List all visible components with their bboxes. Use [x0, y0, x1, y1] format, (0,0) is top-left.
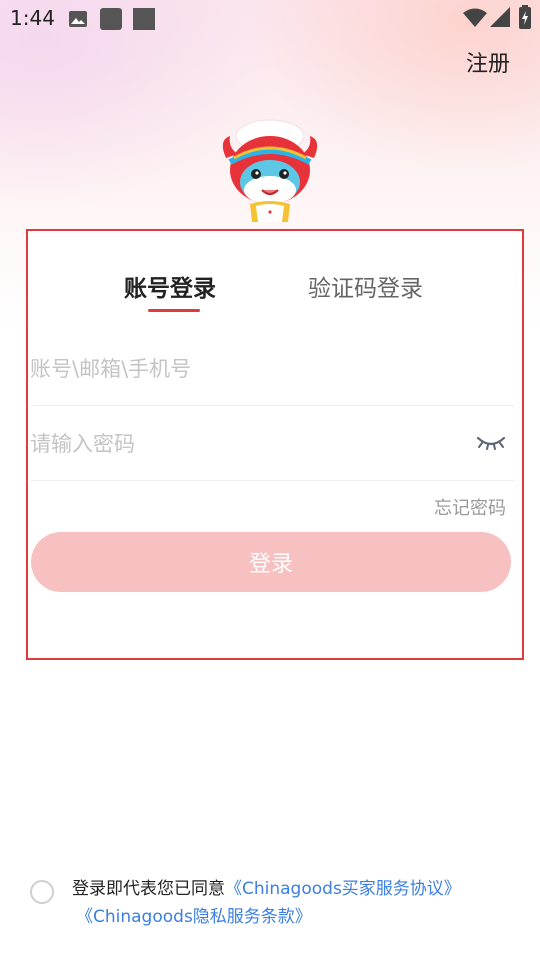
login-card: 账号登录 验证码登录 忘记密码 登录 [26, 229, 524, 660]
eye-closed-icon[interactable] [476, 432, 506, 452]
mascot-logo [222, 119, 318, 222]
agreement-checkbox[interactable] [30, 880, 54, 904]
forgot-password-link[interactable]: 忘记密码 [434, 494, 506, 520]
login-button[interactable]: 登录 [31, 532, 511, 592]
signal-icon [490, 7, 510, 27]
active-tab-indicator [148, 309, 200, 312]
password-input[interactable] [30, 426, 450, 462]
tab-account-login[interactable]: 账号登录 [124, 269, 216, 303]
password-field [30, 406, 514, 481]
account-field [30, 331, 514, 406]
wifi-icon [463, 8, 487, 27]
agreement-prefix: 登录即代表您已同意 [72, 879, 225, 899]
square-icon [100, 8, 122, 30]
image-icon [69, 11, 87, 27]
buyer-agreement-link[interactable]: 《Chinagoods买家服务协议》 [225, 879, 461, 899]
status-bar: 1:44 [0, 0, 540, 36]
agreement-line: 登录即代表您已同意《Chinagoods买家服务协议》 [72, 874, 461, 899]
account-input[interactable] [30, 351, 450, 387]
square-icon [133, 8, 155, 30]
battery-charging-icon [519, 5, 531, 29]
status-time: 1:44 [10, 6, 55, 30]
privacy-terms-link[interactable]: 《Chinagoods隐私服务条款》 [76, 902, 312, 927]
tab-code-login[interactable]: 验证码登录 [308, 269, 423, 303]
register-link[interactable]: 注册 [466, 46, 510, 78]
